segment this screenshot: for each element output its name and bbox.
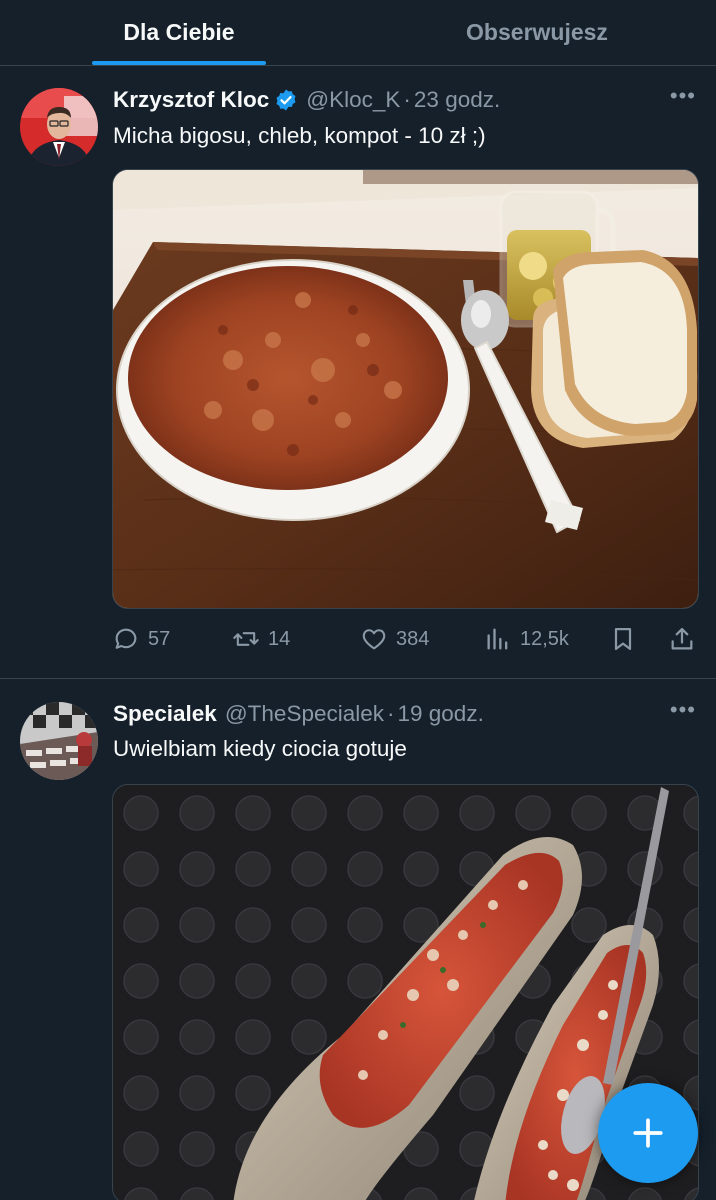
tweet-actions: 57 14 384 12,5k <box>112 621 698 657</box>
more-options-icon[interactable]: ••• <box>670 83 696 109</box>
tab-for-you[interactable]: Dla Ciebie <box>0 0 358 65</box>
tweet-header: Krzysztof Kloc @Kloc_K · 23 godz. ••• <box>113 83 696 117</box>
plus-icon <box>633 1118 663 1148</box>
reply-count: 57 <box>148 627 171 650</box>
like-count: 384 <box>396 627 430 650</box>
bookmark-icon <box>614 627 632 651</box>
tweet-header: Specialek @TheSpecialek · 19 godz. ••• <box>113 697 696 731</box>
tab-following[interactable]: Obserwujesz <box>358 0 716 65</box>
like-button[interactable]: 384 <box>360 625 429 653</box>
retweet-count: 14 <box>268 627 291 650</box>
tab-following-label: Obserwujesz <box>466 19 608 45</box>
author-name[interactable]: Specialek <box>113 701 217 727</box>
bookmark-button[interactable] <box>609 625 637 653</box>
timeline-tabs: Dla Ciebie Obserwujesz <box>0 0 716 66</box>
views-count: 12,5k <box>520 627 569 650</box>
retweet-icon <box>233 632 259 646</box>
views-button[interactable]: 12,5k <box>484 625 569 653</box>
tweet-text: Uwielbiam kiedy ciocia gotuje <box>113 736 407 761</box>
verified-badge-icon <box>274 88 298 112</box>
author-handle[interactable]: @Kloc_K <box>306 87 400 113</box>
retweet-button[interactable]: 14 <box>232 625 290 653</box>
reply-button[interactable]: 57 <box>112 625 170 653</box>
more-options-icon[interactable]: ••• <box>670 697 696 723</box>
compose-button[interactable] <box>598 1083 698 1183</box>
tweet-timestamp[interactable]: 19 godz. <box>398 701 484 727</box>
separator-dot: · <box>403 87 411 112</box>
active-tab-indicator <box>92 61 266 65</box>
views-icon <box>487 628 508 650</box>
avatar[interactable] <box>20 702 98 780</box>
reply-icon <box>115 628 137 649</box>
author-handle[interactable]: @TheSpecialek <box>225 701 384 727</box>
tweet-text: Micha bigosu, chleb, kompot - 10 zł ;) <box>113 123 486 148</box>
tweet-timestamp[interactable]: 23 godz. <box>414 87 500 113</box>
share-button[interactable] <box>668 625 696 653</box>
tweet[interactable]: Krzysztof Kloc @Kloc_K · 23 godz. ••• Mi… <box>0 67 716 679</box>
tab-for-you-label: Dla Ciebie <box>123 19 235 45</box>
tweet-image[interactable] <box>112 169 699 609</box>
author-name[interactable]: Krzysztof Kloc <box>113 87 269 113</box>
avatar[interactable] <box>20 88 98 166</box>
separator-dot: · <box>387 701 395 726</box>
share-icon <box>671 627 693 650</box>
heart-icon <box>362 629 386 650</box>
